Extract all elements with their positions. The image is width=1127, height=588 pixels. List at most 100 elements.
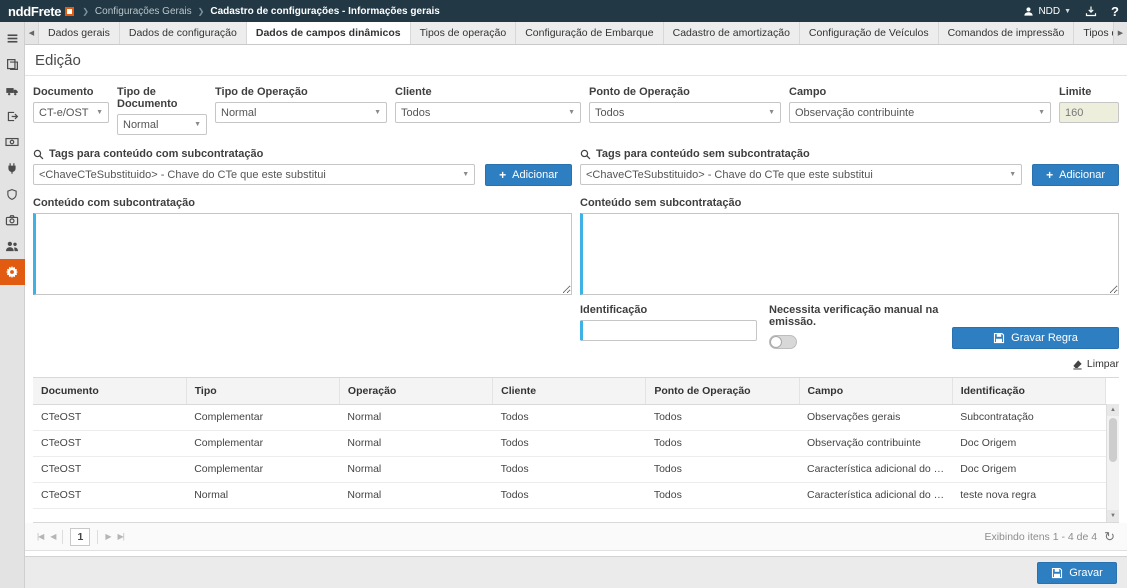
table-row[interactable]: CTeOSTNormalNormalTodosTodosCaracterísti… — [33, 482, 1106, 508]
table-cell: Doc Origem — [952, 456, 1105, 482]
toggle-knob — [770, 336, 782, 348]
tab-tipos-de-lancamentos[interactable]: Tipos de Lançamentos — [1074, 22, 1113, 44]
pagination-bar: |◀ ◀ 1 ▶ ▶| Exibindo itens 1 - 4 de 4 ↻ — [25, 523, 1127, 551]
sidebar-item-monitor[interactable] — [0, 77, 25, 103]
money-icon — [5, 136, 19, 148]
table-cell: Normal — [186, 482, 339, 508]
save-icon — [1051, 567, 1063, 579]
save-rule-button[interactable]: Gravar Regra — [952, 327, 1119, 349]
manual-verification-toggle[interactable] — [769, 335, 797, 349]
section-head: Edição — [25, 49, 1127, 76]
help-icon: ? — [1111, 4, 1119, 19]
table-scrollbar[interactable]: ▲ ▼ — [1106, 404, 1119, 522]
tab-configuracao-de-embarque[interactable]: Configuração de Embarque — [516, 22, 663, 44]
sidebar-item-configuracoes[interactable] — [0, 259, 25, 285]
sidebar-item-documents[interactable] — [0, 51, 25, 77]
tags-with-subcontract-select[interactable]: <ChaveCTeSubstituido> - Chave do CTe que… — [33, 164, 475, 185]
sidebar-item-usuarios[interactable] — [0, 233, 25, 259]
table-header-tipo[interactable]: Tipo — [186, 378, 339, 404]
tags-without-subcontract-label-row: Tags para conteúdo sem subcontratação — [580, 148, 1119, 160]
scroll-up-button[interactable]: ▲ — [1107, 404, 1119, 416]
tab-scroll-right-button[interactable]: ▶ — [1113, 22, 1127, 44]
help-button[interactable]: ? — [1111, 4, 1119, 19]
tab-strip: Dados geraisDados de configuraçãoDados d… — [39, 22, 1113, 44]
table-cell: CTeOST — [33, 430, 186, 456]
table-header-cliente[interactable]: Cliente — [493, 378, 646, 404]
content-without-subcontract-label: Conteúdo sem subcontratação — [580, 197, 1119, 209]
tipo-de-operacao-label: Tipo de Operação — [215, 86, 387, 98]
table-header-ponto-de-operacao[interactable]: Ponto de Operação — [646, 378, 799, 404]
breadcrumb: ❯ Configurações Gerais ❯ Cadastro de con… — [82, 6, 440, 17]
tab-dados-de-configuracao[interactable]: Dados de configuração — [120, 22, 247, 44]
rules-table-wrap: DocumentoTipoOperaçãoClientePonto de Ope… — [33, 377, 1119, 523]
tab-cadastro-de-amortizacao[interactable]: Cadastro de amortização — [664, 22, 800, 44]
sidebar-item-financeiro[interactable] — [0, 129, 25, 155]
sidebar-item-seguranca[interactable] — [0, 181, 25, 207]
save-button[interactable]: Gravar — [1037, 562, 1117, 584]
tab-comandos-de-impressao[interactable]: Comandos de impressão — [939, 22, 1075, 44]
truck-icon — [5, 84, 19, 97]
table-scrollbar-thumb[interactable] — [1109, 418, 1117, 462]
page-title: Edição — [35, 52, 1117, 69]
table-row[interactable]: CTeOSTComplementarNormalTodosTodosObserv… — [33, 404, 1106, 430]
tab-bar: ◀ Dados geraisDados de configuraçãoDados… — [25, 22, 1127, 45]
logo-flag-icon — [65, 7, 74, 16]
sidebar-item-menu[interactable] — [0, 25, 25, 51]
main-area: ◀ Dados geraisDados de configuraçãoDados… — [25, 22, 1127, 588]
tab-configuracao-de-veiculos[interactable]: Configuração de Veículos — [800, 22, 939, 44]
scroll-down-button[interactable]: ▼ — [1107, 510, 1119, 522]
table-header-documento[interactable]: Documento — [33, 378, 186, 404]
tipo-de-operacao-select[interactable]: Normal▼ — [215, 102, 387, 123]
ponto-de-operacao-select[interactable]: Todos▼ — [589, 102, 781, 123]
breadcrumb-item-configuracoes-gerais[interactable]: Configurações Gerais — [95, 6, 192, 17]
table-header-operacao[interactable]: Operação — [339, 378, 492, 404]
campo-select[interactable]: Observação contribuinte▼ — [789, 102, 1051, 123]
save-rule-wrap: Gravar Regra — [952, 327, 1119, 349]
sidebar — [0, 22, 25, 588]
save-icon — [993, 332, 1005, 344]
field-ponto-de-operacao: Ponto de OperaçãoTodos▼ — [589, 86, 781, 135]
limite-input[interactable] — [1059, 102, 1119, 123]
campo-label: Campo — [789, 86, 1051, 98]
tab-scroll-left-button[interactable]: ◀ — [25, 22, 39, 44]
table-header-campo[interactable]: Campo — [799, 378, 952, 404]
refresh-button[interactable]: ↻ — [1104, 530, 1115, 543]
prev-page-button[interactable]: ◀ — [50, 532, 55, 541]
download-button[interactable] — [1085, 5, 1097, 17]
chevron-right-icon: ❯ — [82, 7, 89, 16]
sidebar-item-integracao[interactable] — [0, 155, 25, 181]
caret-down-icon: ▼ — [194, 121, 201, 128]
tipo-de-operacao-value: Normal — [221, 107, 256, 119]
sidebar-item-ocorrencias[interactable] — [0, 207, 25, 233]
clear-button[interactable]: Limpar — [1072, 358, 1119, 370]
content-row: Conteúdo com subcontratação Conteúdo sem… — [33, 197, 1119, 295]
table-row[interactable]: CTeOSTComplementarNormalTodosTodosCaract… — [33, 456, 1106, 482]
add-tag-with-button[interactable]: + Adicionar — [485, 164, 572, 186]
identification-input[interactable] — [580, 320, 757, 341]
tags-with-subcontract-label-row: Tags para conteúdo com subcontratação — [33, 148, 572, 160]
campo-value: Observação contribuinte — [795, 107, 914, 119]
documento-select[interactable]: CT-e/OST▼ — [33, 102, 109, 123]
save-label: Gravar — [1069, 567, 1103, 579]
table-cell: Todos — [493, 404, 646, 430]
content-without-subcontract-textarea[interactable] — [580, 213, 1119, 295]
caret-down-icon: ▼ — [768, 109, 775, 116]
page-number-input[interactable]: 1 — [70, 528, 90, 546]
tipo-de-documento-select[interactable]: Normal▼ — [117, 114, 207, 135]
tab-dados-gerais[interactable]: Dados gerais — [39, 22, 120, 44]
last-page-button[interactable]: ▶| — [118, 532, 124, 541]
user-menu[interactable]: NDD ▼ — [1023, 6, 1071, 17]
topbar-actions: NDD ▼ ? — [1023, 4, 1119, 19]
add-tag-without-button[interactable]: + Adicionar — [1032, 164, 1119, 186]
tags-without-subcontract-select[interactable]: <ChaveCTeSubstituido> - Chave do CTe que… — [580, 164, 1022, 185]
first-page-button[interactable]: |◀ — [37, 532, 43, 541]
table-row[interactable]: CTeOSTComplementarNormalTodosTodosObserv… — [33, 430, 1106, 456]
next-page-button[interactable]: ▶ — [105, 532, 110, 541]
content-with-subcontract-textarea[interactable] — [33, 213, 572, 295]
sidebar-item-export[interactable] — [0, 103, 25, 129]
tab-dados-de-campos-dinamicos[interactable]: Dados de campos dinâmicos — [247, 22, 411, 44]
cliente-select[interactable]: Todos▼ — [395, 102, 581, 123]
tab-tipos-de-operacao[interactable]: Tipos de operação — [411, 22, 517, 44]
table-cell: Complementar — [186, 430, 339, 456]
table-header-identificacao[interactable]: Identificação — [952, 378, 1105, 404]
